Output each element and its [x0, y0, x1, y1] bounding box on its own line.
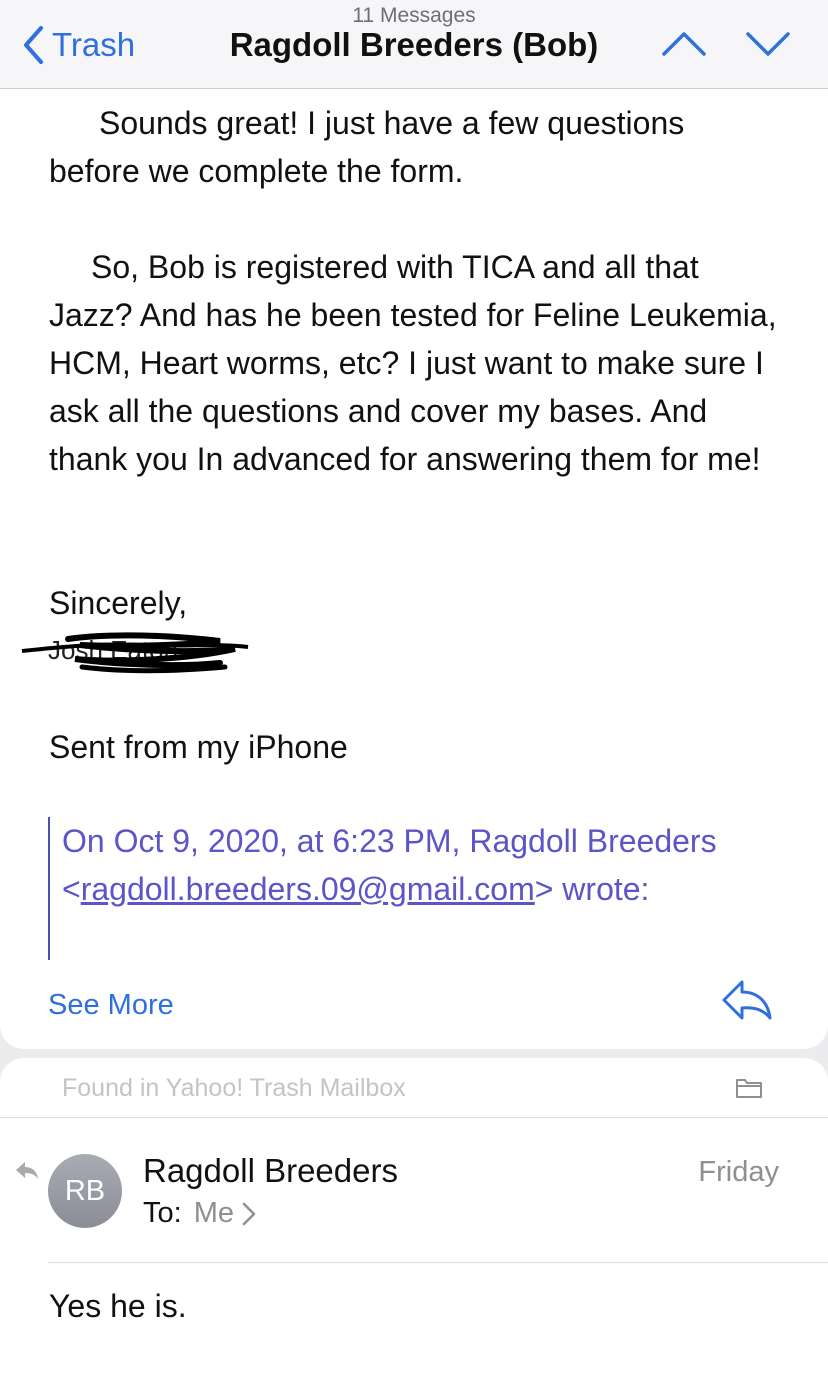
- message-card: Found in Yahoo! Trash Mailbox RB Ragdoll…: [0, 1058, 828, 1388]
- message-paragraph: So, Bob is registered with TICA and all …: [49, 249, 777, 477]
- quoted-reply: On Oct 9, 2020, at 6:23 PM, Ragdoll Bree…: [48, 817, 790, 960]
- mailbox-location: Found in Yahoo! Trash Mailbox: [62, 1074, 406, 1102]
- folder-icon[interactable]: [735, 1076, 763, 1100]
- to-label: To:: [143, 1197, 182, 1229]
- reply-icon[interactable]: [720, 978, 774, 1022]
- recipient-name: Me: [193, 1197, 234, 1229]
- replied-icon: [16, 1162, 38, 1179]
- closing-text: Sincerely,: [49, 585, 188, 621]
- navigation-bar: 11 Messages Trash Ragdoll Breeders (Bob): [0, 0, 828, 89]
- chevron-up-icon[interactable]: [660, 26, 708, 60]
- signature-text: Sent from my iPhone: [49, 729, 348, 765]
- sender-name[interactable]: Ragdoll Breeders: [143, 1152, 398, 1190]
- email-link[interactable]: ragdoll.breeders.09@gmail.com: [81, 871, 535, 907]
- message-paragraph: Sounds great! I just have a few question…: [49, 105, 685, 189]
- quote-text: On Oct 9, 2020, at 6:23 PM, Ragdoll Bree…: [62, 823, 717, 907]
- recipient-row[interactable]: To: Me: [143, 1197, 256, 1230]
- message-card: Sounds great! I just have a few question…: [0, 89, 828, 1049]
- message-body: Yes he is.: [49, 1288, 187, 1324]
- message-date: Friday: [698, 1156, 779, 1188]
- avatar: RB: [48, 1154, 122, 1228]
- chevron-right-icon: [242, 1202, 256, 1225]
- chevron-down-icon[interactable]: [744, 26, 792, 60]
- redacted-signature: Josh Eaton: [21, 632, 249, 674]
- see-more-button[interactable]: See More: [48, 989, 174, 1022]
- divider: [48, 1262, 828, 1263]
- divider: [0, 1117, 828, 1118]
